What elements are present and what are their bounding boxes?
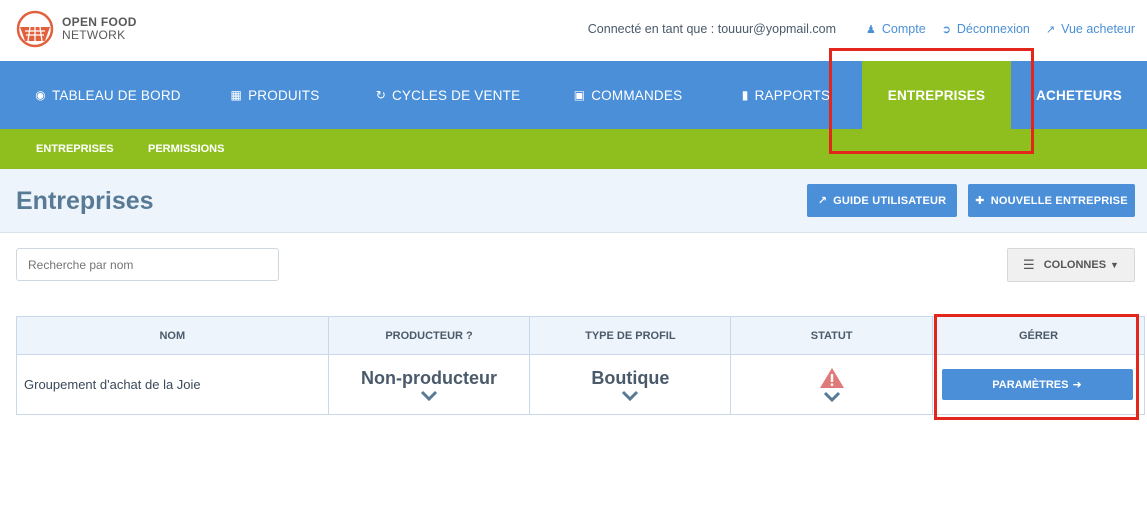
active-subnav-caret <box>60 162 76 169</box>
ofn-logo-icon <box>16 10 54 48</box>
column-header-manage: GÉRER <box>932 316 1145 355</box>
main-nav: ◉ TABLEAU DE BORD ▦ PRODUITS ↻ CYCLES DE… <box>0 61 1147 129</box>
nav-item-label: RAPPORTS <box>754 87 831 103</box>
column-header-status: STATUT <box>730 316 933 355</box>
sub-nav: ENTREPRISES PERMISSIONS <box>0 129 1147 169</box>
new-enterprise-button-label: NOUVELLE ENTREPRISE <box>990 194 1128 207</box>
user-icon: ♟ <box>866 23 876 36</box>
page-header: Entreprises ↗ GUIDE UTILISATEUR ✚ NOUVEL… <box>0 169 1147 233</box>
nav-item-dashboard[interactable]: ◉ TABLEAU DE BORD <box>16 61 200 129</box>
settings-button-label: PARAMÈTRES <box>992 378 1069 391</box>
nav-item-order-cycles[interactable]: ↻ CYCLES DE VENTE <box>350 61 546 129</box>
producer-value: Non-producteur <box>361 367 498 388</box>
account-link-label: Compte <box>881 22 926 36</box>
column-header-profile-type: TYPE DE PROFIL <box>529 316 732 355</box>
caret-down-icon: ▼ <box>1110 260 1119 270</box>
profile-type-cell[interactable]: Boutique <box>529 354 732 415</box>
logo-text-line2: NETWORK <box>62 28 126 42</box>
nav-item-label: PRODUITS <box>248 87 320 103</box>
column-header-name: NOM <box>16 316 329 355</box>
columns-dropdown-button[interactable]: ☰ COLONNES ▼ <box>1007 248 1135 282</box>
external-link-icon: ↗ <box>1045 23 1056 36</box>
top-bar: OPEN FOOD NETWORK Connecté en tant que :… <box>0 0 1147 61</box>
logout-link[interactable]: ➲ Déconnexion <box>942 22 1030 36</box>
enterprises-table: NOM PRODUCTEUR ? TYPE DE PROFIL STATUT G… <box>16 316 1145 415</box>
table-header-row: NOM PRODUCTEUR ? TYPE DE PROFIL STATUT G… <box>16 316 1145 355</box>
user-guide-button-label: GUIDE UTILISATEUR <box>833 194 947 207</box>
column-header-producer: PRODUCTEUR ? <box>327 316 531 355</box>
page-title: Entreprises <box>16 187 154 215</box>
sign-out-icon: ➲ <box>941 23 951 36</box>
storefront-link-label: Vue acheteur <box>1061 22 1135 36</box>
cart-icon: ▣ <box>573 88 586 102</box>
user-guide-button[interactable]: ↗ GUIDE UTILISATEUR <box>807 184 957 217</box>
nav-item-label: COMMANDES <box>591 87 683 103</box>
nav-item-reports[interactable]: ▮ RAPPORTS <box>710 61 862 129</box>
list-icon: ☰ <box>1023 257 1035 272</box>
grid-icon: ▦ <box>230 88 243 102</box>
nav-item-customers[interactable]: ACHETEURS <box>1011 61 1147 129</box>
ofn-logo[interactable]: OPEN FOOD NETWORK <box>16 10 137 48</box>
storefront-link[interactable]: ↗ Vue acheteur <box>1046 22 1135 36</box>
nav-item-label: CYCLES DE VENTE <box>391 87 521 103</box>
refresh-icon: ↻ <box>375 88 386 102</box>
chevron-down-icon[interactable] <box>420 390 438 402</box>
arrow-right-icon: ➜ <box>1072 379 1082 391</box>
enterprise-name-cell: Groupement d'achat de la Joie <box>16 354 329 415</box>
dashboard-icon: ◉ <box>35 88 46 102</box>
external-link-icon: ↗ <box>817 195 828 207</box>
new-enterprise-button[interactable]: ✚ NOUVELLE ENTREPRISE <box>968 184 1135 217</box>
chevron-down-icon[interactable] <box>621 390 639 402</box>
table-row: Groupement d'achat de la Joie Non-produc… <box>16 354 1145 415</box>
status-cell[interactable] <box>730 354 933 415</box>
manage-cell: PARAMÈTRES ➜ <box>932 354 1145 415</box>
warning-icon <box>819 367 844 388</box>
signed-in-as: Connecté en tant que : touuur@yopmail.co… <box>587 22 837 36</box>
columns-button-label: COLONNES <box>1043 259 1107 271</box>
search-input[interactable] <box>16 248 279 281</box>
nav-item-label: TABLEAU DE BORD <box>51 87 181 103</box>
producer-cell[interactable]: Non-producteur <box>327 354 531 415</box>
plus-icon: ✚ <box>975 195 985 207</box>
chevron-down-icon[interactable] <box>823 391 841 403</box>
user-bar: Connecté en tant que : touuur@yopmail.co… <box>588 22 1135 36</box>
nav-item-orders[interactable]: ▣ COMMANDES <box>546 61 710 129</box>
logout-link-label: Déconnexion <box>956 22 1030 36</box>
profile-type-value: Boutique <box>591 367 670 388</box>
subnav-item-permissions[interactable]: PERMISSIONS <box>148 129 224 169</box>
file-icon: ▮ <box>741 88 749 102</box>
nav-item-label: ACHETEURS <box>1036 87 1122 103</box>
settings-button[interactable]: PARAMÈTRES ➜ <box>941 369 1133 400</box>
account-link[interactable]: ♟ Compte <box>866 22 926 36</box>
nav-item-products[interactable]: ▦ PRODUITS <box>200 61 350 129</box>
nav-item-enterprises[interactable]: ENTREPRISES <box>862 61 1011 129</box>
nav-item-label: ENTREPRISES <box>887 87 986 103</box>
